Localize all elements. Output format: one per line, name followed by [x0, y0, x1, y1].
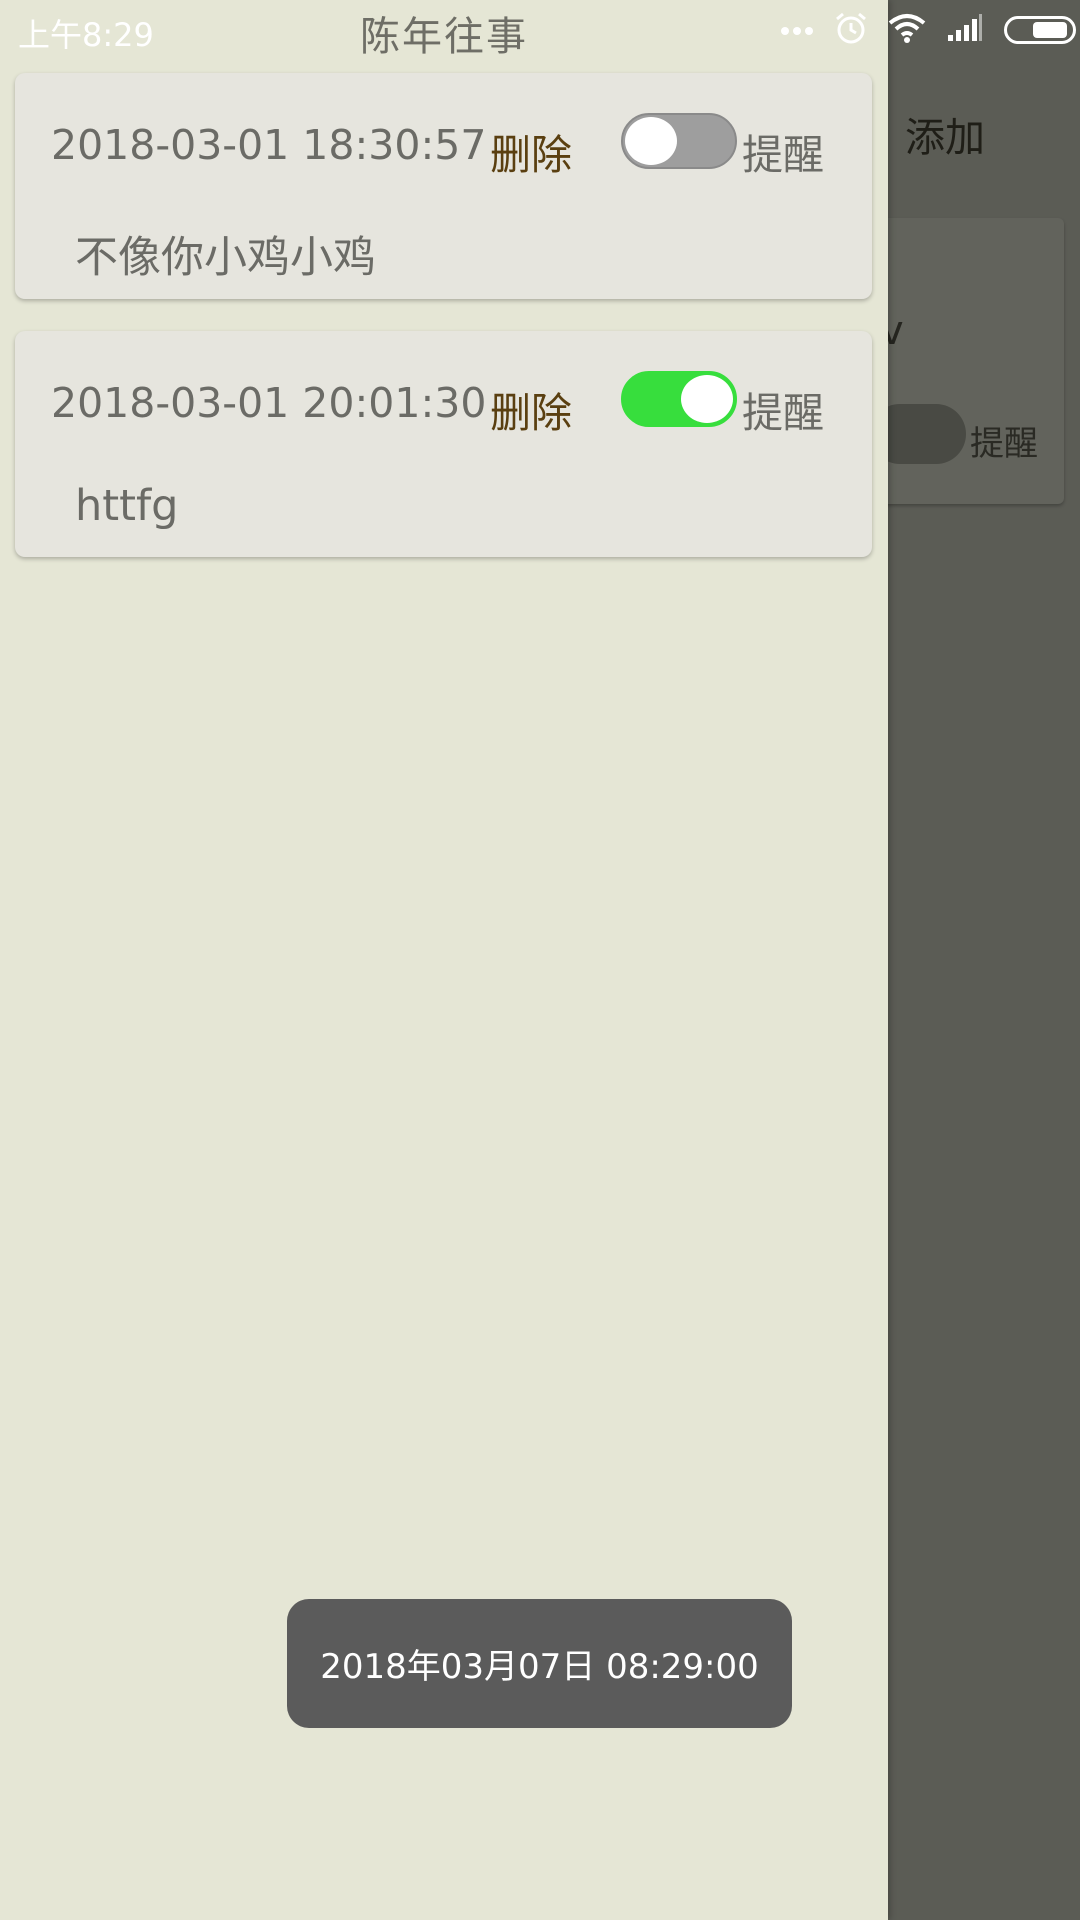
- delete-button[interactable]: 删除: [490, 379, 572, 439]
- signal-icon: [946, 13, 984, 47]
- add-button[interactable]: 添加: [905, 105, 985, 163]
- card-datetime: 2018-03-01 18:30:57: [51, 121, 487, 169]
- status-icons: [780, 10, 1076, 50]
- more-dots-icon: [780, 21, 814, 40]
- card-content: 不像你小鸡小鸡: [75, 233, 376, 283]
- delete-button[interactable]: 删除: [490, 121, 572, 181]
- remind-label: 提醒: [742, 389, 824, 437]
- remind-label: 提醒: [742, 131, 824, 179]
- card-content: httfg: [75, 481, 179, 531]
- status-time: 上午8:29: [18, 16, 154, 54]
- alarm-icon: [834, 11, 868, 49]
- reminder-card: 2018-03-01 18:30:57 删除 提醒 不像你小鸡小鸡: [15, 73, 872, 299]
- battery-icon: [1004, 16, 1076, 44]
- status-bar: 上午8:29: [0, 0, 1080, 60]
- card-datetime: 2018-03-01 20:01:30: [51, 379, 487, 427]
- toast-message: 2018年03月07日 08:29:00: [287, 1599, 792, 1728]
- reminder-card: 2018-03-01 20:01:30 删除 提醒 httfg: [15, 331, 872, 557]
- toggle-knob: [681, 375, 733, 423]
- toggle-knob: [625, 117, 677, 165]
- remind-toggle[interactable]: [621, 371, 737, 427]
- wifi-icon: [888, 13, 926, 47]
- background-remind-label: 提醒: [970, 424, 1038, 464]
- remind-toggle[interactable]: [621, 113, 737, 169]
